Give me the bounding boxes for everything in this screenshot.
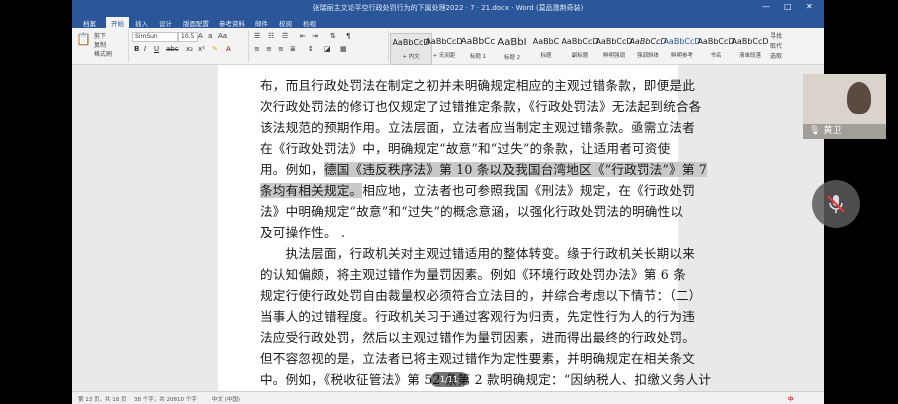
minimize-button[interactable]: — [762, 2, 770, 11]
style-list-paragraph[interactable]: AaBbCcD 清单段落 [730, 33, 770, 63]
copy-button[interactable]: 复制 [94, 40, 106, 49]
strikethrough-icon[interactable]: abc [166, 45, 179, 53]
sort-icon[interactable]: ⇅ [330, 32, 336, 40]
doc-line: 布，而且行政处罚法在制定之初并未明确规定相应的主观过错条款，即便是此 [260, 78, 695, 93]
decrease-indent-icon[interactable]: ⇤ [300, 32, 306, 40]
font-name-select[interactable]: SimSun [132, 32, 178, 42]
participant-avatar [847, 82, 871, 114]
font-color-icon[interactable]: A [226, 45, 231, 53]
participant-name: 🎙 黄卫 [803, 124, 886, 139]
format-painter-button[interactable]: 格式刷 [94, 49, 112, 58]
ribbon-home: 📋 剪下 复制 格式刷 SimSun 10.5 A a Aa B I U abc… [72, 28, 824, 65]
justify-icon[interactable]: ≣ [290, 45, 296, 53]
status-bar: 第 13 页，共 18 页 38 个字，共 20810 个字 中文 (中国) 中 [72, 391, 824, 404]
participant-video[interactable]: 🎙 黄卫 [803, 74, 886, 139]
subscript-icon[interactable]: x₂ [186, 45, 193, 53]
shrink-font-icon[interactable]: a [208, 32, 212, 40]
align-left-icon[interactable]: ≡ [254, 45, 260, 53]
paragraph-group: ☰ ☷ ☲ ⇤ ⇥ ⇅ ¶ ≡ ≡ ≡ ≣ ↕ ◪ ▦ [250, 30, 389, 62]
paste-icon[interactable]: 📋 [76, 32, 91, 46]
maximize-button[interactable]: □ [784, 2, 792, 11]
doc-line: 该法规范的预期作用。立法层面，立法者应当制定主观过错条款。亟需立法者 [260, 120, 695, 135]
doc-line: 规定行使行政处罚自由裁量权必须符合立法目的，并综合考虑以下情节：（二） [260, 288, 702, 303]
mic-icon: 🎙 [809, 126, 821, 136]
clipboard-group: 📋 剪下 复制 格式刷 [72, 30, 129, 62]
doc-line: 的认知偏颇，将主观过错作为量罚因素。例如《环境行政处罚办法》第 6 条 [260, 267, 687, 282]
find-button[interactable]: 寻找 [770, 31, 782, 40]
close-button[interactable]: ✕ [806, 2, 813, 11]
replace-button[interactable]: 取代 [770, 41, 782, 50]
superscript-icon[interactable]: x² [198, 45, 205, 53]
doc-line: 但不容忽视的是，立法者已将主观过错作为定性要素，并明确规定在相关条文 [260, 351, 695, 366]
font-size-select[interactable]: 10.5 [178, 32, 198, 42]
change-case-icon[interactable]: Aa [218, 32, 227, 40]
editing-group: 寻找 取代 选取 [766, 30, 822, 62]
document-area: 布，而且行政处罚法在制定之初并未明确规定相应的主观过错条款，即便是此 次行政处罚… [72, 65, 824, 391]
numbering-icon[interactable]: ☷ [268, 32, 274, 40]
align-right-icon[interactable]: ≡ [278, 45, 284, 53]
styles-gallery: AaBbCcD + 内文 AaBbCcD + 无间距 AaBbCc 标题 1 AaBb… [390, 30, 769, 65]
word-window: 张瑞丽主文论平空行政处罚行为的下属处理2022 · 7 · 21.docx · … [72, 0, 824, 404]
highlight-icon[interactable]: ✎ [212, 45, 218, 53]
doc-line: 及可操作性。 . [260, 225, 346, 240]
page-count[interactable]: 第 13 页，共 18 页 [78, 395, 127, 403]
bold-icon[interactable]: B [134, 45, 139, 53]
multilevel-list-icon[interactable]: ☲ [282, 32, 288, 40]
borders-icon[interactable]: ▦ [340, 45, 347, 53]
doc-line: 法》中明确规定“故意”和“过失”的概念意涵，以强化行政处罚法的明确性以 [260, 204, 684, 219]
grow-font-icon[interactable]: A [198, 32, 203, 40]
increase-indent-icon[interactable]: ⇥ [312, 32, 318, 40]
selected-text: 条均有相关规定。 [260, 183, 363, 198]
line-spacing-icon[interactable]: ↕ [308, 45, 314, 53]
doc-line: 执法层面，行政机关对主观过错适用的整体转变。缘于行政机关长期以来 [260, 246, 695, 261]
doc-line: 用。例如，德国《违反秩序法》第 10 条以及我国台湾地区《“行政罚法”》第 7 [260, 162, 708, 177]
doc-line: 条均有相关规定。相应地，立法者也可参照我国《刑法》规定，在《行政处罚 [260, 183, 695, 198]
underline-icon[interactable]: U [154, 45, 159, 53]
mic-muted-icon [827, 195, 845, 213]
doc-line: 法应受行政处罚，然后以主观过错作为量罚因素，进而得出最终的行政处罚。 [260, 330, 695, 345]
word-count[interactable]: 38 个字，共 20810 个字 [134, 395, 197, 403]
align-center-icon[interactable]: ≡ [266, 45, 272, 53]
cut-button[interactable]: 剪下 [94, 31, 106, 40]
doc-line: 当事人的过错程度。行政机关习于通过客观行为归责，先定性行为人的行为违 [260, 309, 695, 324]
page-indicator: 1/11 [430, 372, 468, 387]
doc-line: 在《行政处罚法》中，明确规定“故意”和“过失”的条款，让适用者可资使 [260, 141, 671, 156]
document-page[interactable]: 布，而且行政处罚法在制定之初并未明确规定相应的主观过错条款，即便是此 次行政处罚… [218, 65, 711, 391]
mute-button[interactable] [812, 180, 860, 228]
window-title: 张瑞丽主文论平空行政处罚行为的下属处理2022 · 7 · 21.docx · … [312, 4, 584, 12]
doc-line: 次行政处罚法的修订也仅规定了过错推定条款，《行政处罚法》无法起到统合各 [260, 99, 702, 114]
selected-text: 德国《违反秩序法》第 10 条以及我国台湾地区《“行政罚法”》第 7 [323, 162, 708, 177]
title-bar: 张瑞丽主文论平空行政处罚行为的下属处理2022 · 7 · 21.docx · … [72, 0, 824, 16]
bullets-icon[interactable]: ☰ [254, 32, 260, 40]
ime-indicator[interactable]: 中 [788, 395, 794, 403]
italic-icon[interactable]: I [144, 45, 146, 53]
ribbon-tabs: 档案 开始 插入 设计 版面配置 参考资料 邮件 校阅 检视 [72, 16, 824, 29]
language-indicator[interactable]: 中文 (中国) [212, 395, 240, 403]
show-marks-icon[interactable]: ¶ [346, 32, 350, 40]
font-group: SimSun 10.5 A a Aa B I U abc x₂ x² ✎ A [130, 30, 249, 62]
select-button[interactable]: 选取 [770, 51, 782, 60]
shading-icon[interactable]: ◪ [324, 45, 331, 53]
doc-line: 中。例如，《税收征管法》第 52 条第 2 款明确规定：“因纳税人、扣缴义务人计 [260, 372, 712, 387]
